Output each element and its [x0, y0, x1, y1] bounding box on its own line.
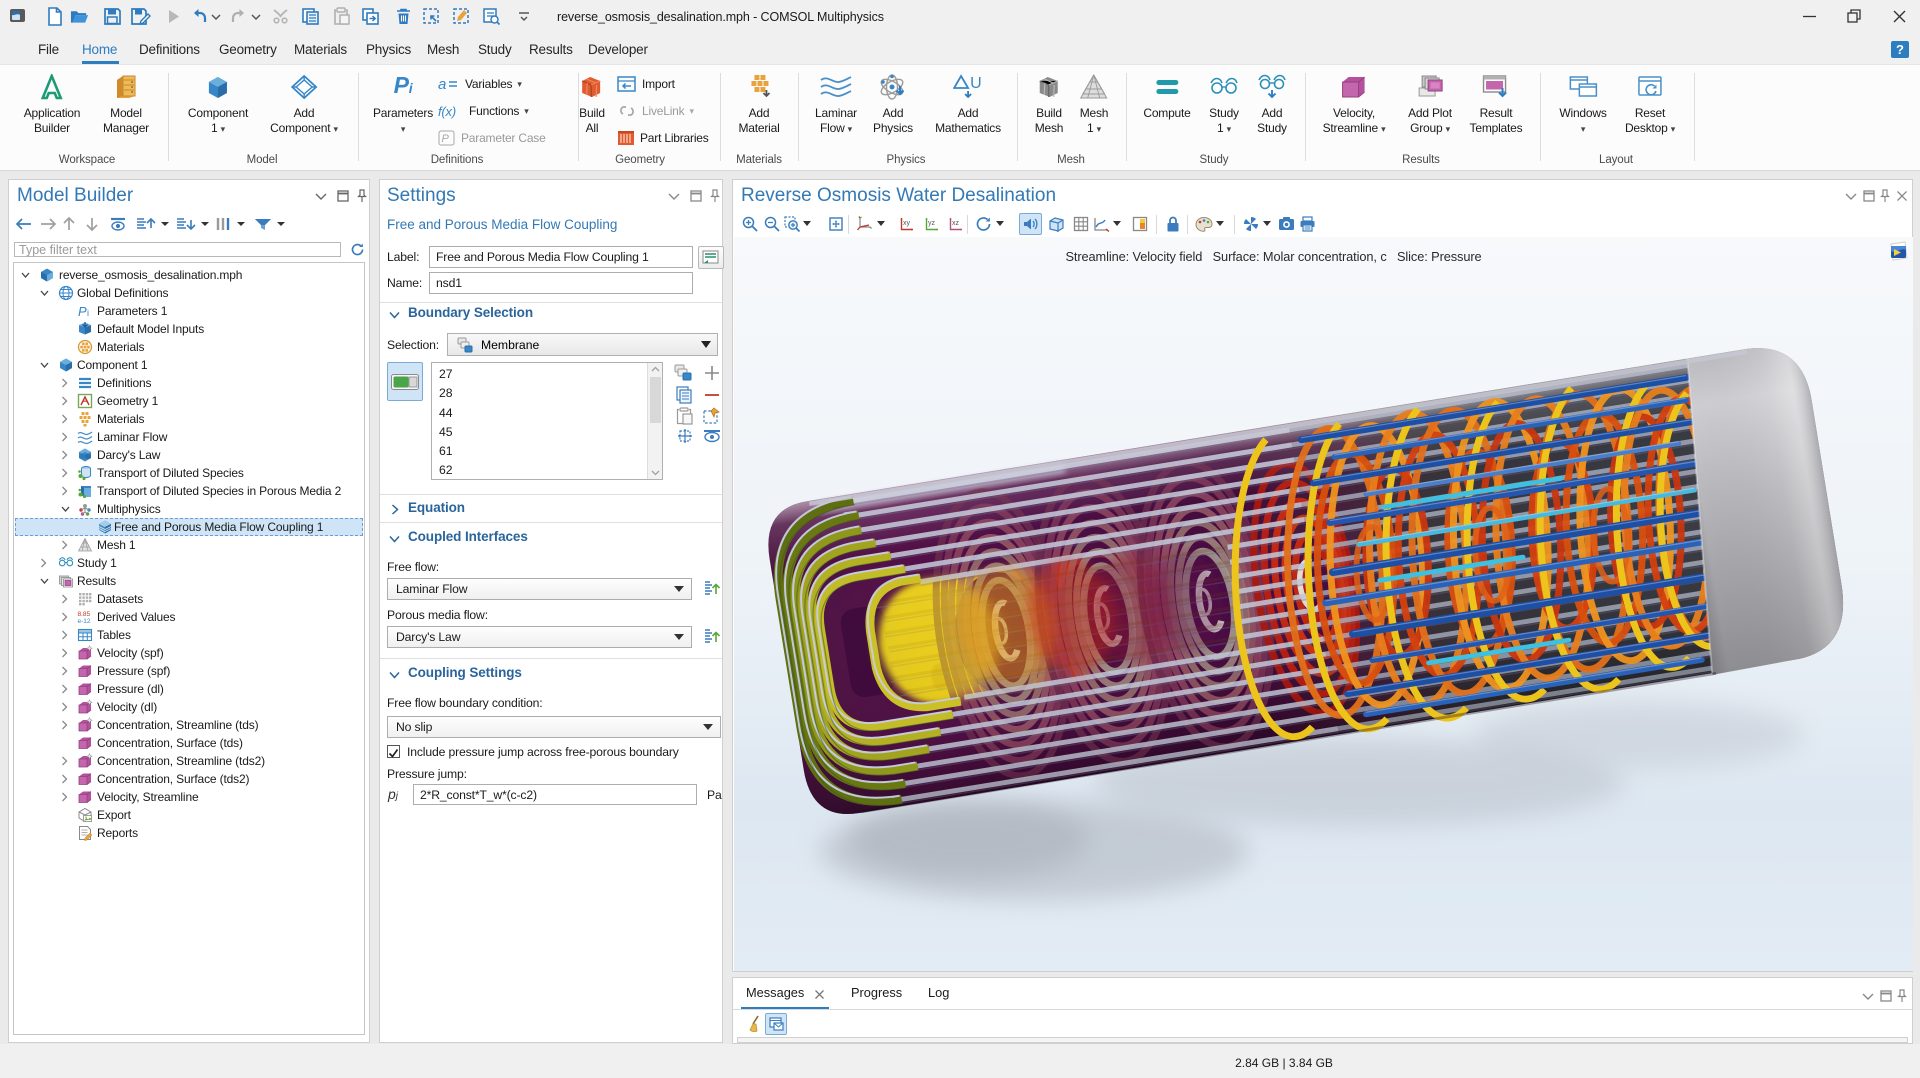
svg-text:yz: yz: [928, 220, 936, 227]
svg-text:f(x): f(x): [438, 104, 456, 119]
svg-text:P: P: [78, 304, 87, 319]
svg-text:e-12: e-12: [78, 618, 91, 625]
svg-text:P: P: [442, 133, 450, 145]
svg-text:i: i: [87, 308, 89, 318]
svg-text:xy: xy: [903, 220, 911, 227]
svg-text:a: a: [438, 76, 446, 92]
svg-text:8.85: 8.85: [78, 611, 91, 618]
svg-text:U: U: [970, 75, 981, 92]
svg-text:xz: xz: [952, 220, 960, 227]
